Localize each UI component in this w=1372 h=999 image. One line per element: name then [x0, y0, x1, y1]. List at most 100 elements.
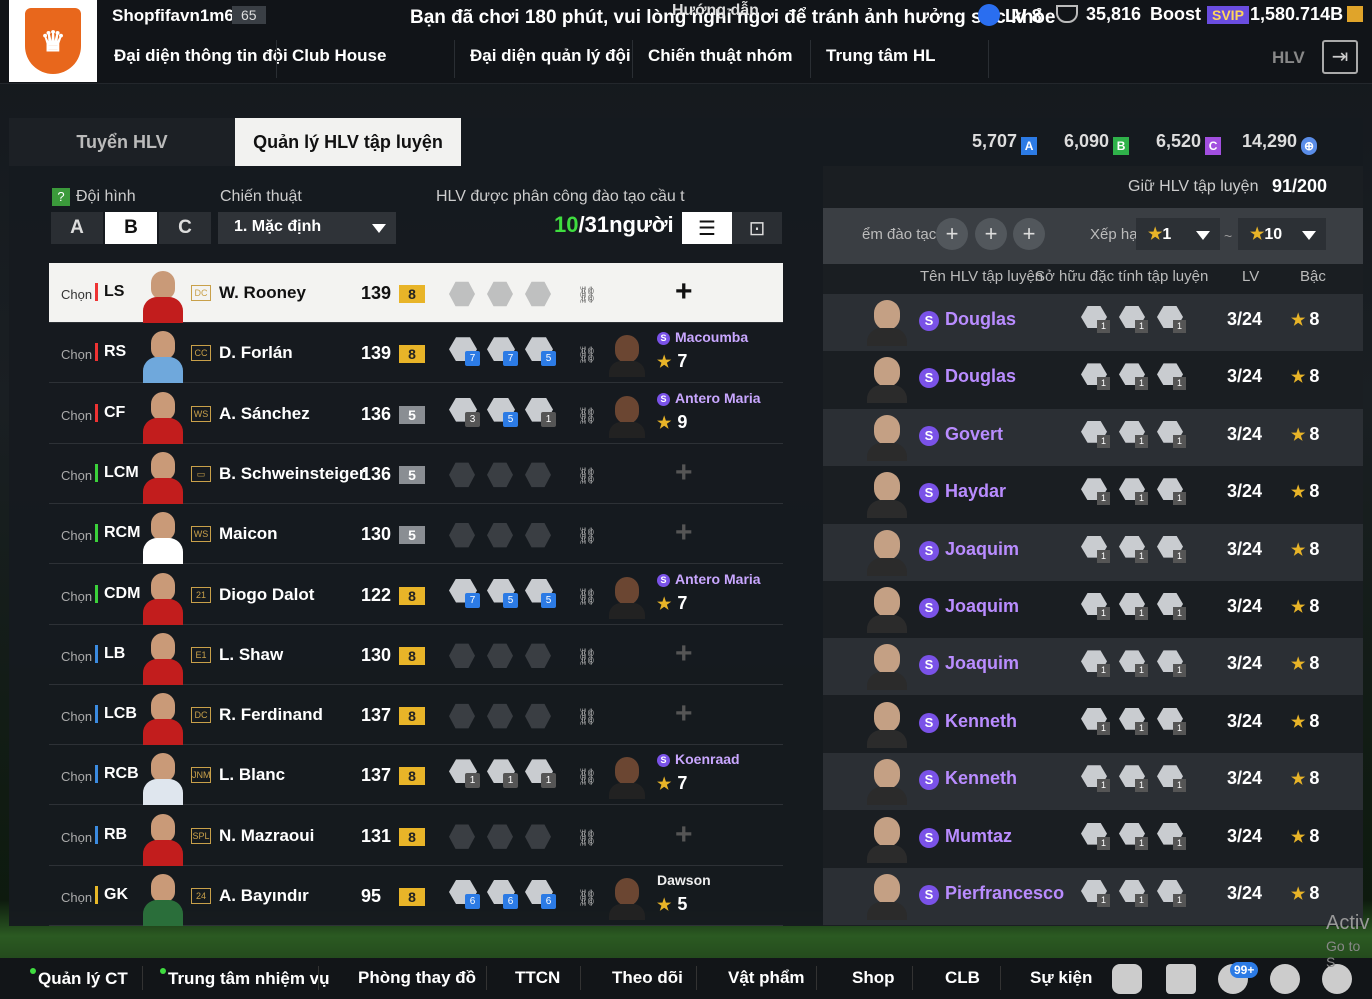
special-coach-icon: S — [919, 368, 939, 389]
empty-skill-slot — [449, 281, 475, 307]
player-row[interactable]: Chọn LCB DC R. Ferdinand 137 8 ⛓ + — [49, 685, 783, 746]
player-row[interactable]: Chọn RS CC D. Forlán 139 8 7 7 5 ⛓ S Macoumba ★ 7 — [49, 323, 783, 384]
select-button[interactable]: Chọn — [61, 649, 92, 664]
bottom-nav-item[interactable]: Phòng thay đồ — [358, 968, 476, 988]
boost-stat[interactable]: Boost SVIP — [1150, 4, 1249, 25]
coach-row[interactable]: S Govert 1 1 1 3/24 ★ 8 — [823, 408, 1363, 466]
bottom-nav-item[interactable]: Shop — [852, 968, 895, 988]
bottom-nav-item[interactable]: Trung tâm nhiệm vụ — [160, 968, 330, 989]
coach-level: 3/24 — [1227, 309, 1263, 329]
bottom-nav-item[interactable]: CLB — [945, 968, 980, 988]
team-logo[interactable]: ♛ — [9, 0, 97, 82]
skill-level: 5 — [503, 592, 518, 608]
coach-name-text: Antero Maria — [675, 570, 761, 587]
add-filter-button[interactable]: + — [1013, 218, 1045, 250]
coach-row[interactable]: S Haydar 1 1 1 3/24 ★ 8 — [823, 466, 1363, 523]
coach-row[interactable]: S Kenneth 1 1 1 3/24 ★ 8 — [823, 696, 1363, 753]
currency-1: 5,707 A — [972, 131, 1038, 155]
coach-row[interactable]: S Douglas 1 1 1 3/24 ★ 8 — [823, 351, 1363, 408]
coach-row[interactable]: S Joaquim 1 1 1 3/24 ★ 8 — [823, 581, 1363, 638]
coach-row[interactable]: S Douglas 1 1 1 3/24 ★ 8 — [823, 294, 1363, 351]
squad-button-a[interactable]: A — [51, 212, 103, 244]
rank-from-dropdown[interactable]: ★1 — [1136, 218, 1220, 250]
coach-stars: ★ 9 — [657, 412, 687, 433]
training-skill-icon: 1 — [1081, 822, 1111, 853]
bottom-nav-item[interactable]: Vật phẩm — [728, 968, 805, 988]
coach-head — [874, 414, 900, 445]
add-coach-button[interactable]: + — [675, 456, 693, 490]
coach-row[interactable]: S Joaquim 1 1 1 3/24 ★ 8 — [823, 638, 1363, 696]
coach-photo — [609, 573, 645, 619]
profile-icon[interactable] — [1270, 964, 1300, 994]
help-icon[interactable]: ? — [52, 188, 70, 206]
rank-to-dropdown[interactable]: ★10 — [1238, 218, 1326, 250]
training-skill-icon: 1 — [1119, 535, 1149, 566]
player-photo — [139, 872, 187, 926]
player-photo — [139, 450, 187, 504]
tab-recruit-coach[interactable]: Tuyển HLV — [9, 118, 235, 166]
coach-row[interactable]: S Kenneth 1 1 1 3/24 ★ 8 — [823, 753, 1363, 811]
select-button[interactable]: Chọn — [61, 709, 92, 724]
tab-manage-coach[interactable]: Quản lý HLV tập luyện — [235, 118, 461, 166]
link-icon: ⛓ — [577, 407, 598, 425]
logout-icon[interactable]: ⇥ — [1322, 40, 1358, 74]
bottom-nav-label: Trung tâm nhiệm vụ — [168, 969, 330, 988]
add-filter-button[interactable]: + — [936, 218, 968, 250]
select-button[interactable]: Chọn — [61, 468, 92, 483]
coach-row[interactable]: S Mumtaz 1 1 1 3/24 ★ 8 — [823, 811, 1363, 868]
add-coach-button[interactable]: + — [675, 637, 693, 671]
player-shirt — [143, 538, 183, 565]
select-button[interactable]: Chọn — [61, 408, 92, 423]
select-button[interactable]: Chọn — [61, 528, 92, 543]
select-button[interactable]: Chọn — [61, 347, 92, 362]
select-button[interactable]: Chọn — [61, 769, 92, 784]
nav-item[interactable]: Trung tâm HL — [826, 46, 936, 66]
squad-button-c[interactable]: C — [159, 212, 211, 244]
select-button[interactable]: Chọn — [61, 890, 92, 905]
player-row[interactable]: Chọn RCB JNM L. Blanc 137 8 1 1 1 ⛓ S Koenraad ★ 7 — [49, 745, 783, 806]
add-coach-button[interactable]: + — [675, 697, 693, 731]
bottom-nav-item[interactable]: Sự kiện — [1030, 968, 1092, 988]
coach-head — [615, 878, 639, 906]
chat-icon[interactable] — [1112, 964, 1142, 994]
squad-button-b[interactable]: B — [105, 212, 157, 244]
player-row[interactable]: Chọn LB E1 L. Shaw 130 8 ⛓ + — [49, 625, 783, 685]
player-row[interactable]: Chọn CDM 21 Diogo Dalot 122 8 7 5 5 ⛓ S Antero Mari… — [49, 565, 783, 625]
bottom-nav-item[interactable]: Theo dõi — [612, 968, 683, 988]
nav-item[interactable]: Club House — [292, 46, 386, 66]
nav-item[interactable]: Đại diện thông tin đội — [114, 46, 288, 66]
coach-head — [615, 576, 639, 605]
add-coach-button[interactable]: + — [675, 275, 693, 309]
player-row[interactable]: Chọn GK 24 A. Bayındır 95 8 6 6 6 ⛓ Dawson ★ 5 — [49, 866, 783, 926]
add-filter-button[interactable]: + — [975, 218, 1007, 250]
home-icon[interactable] — [1166, 964, 1196, 994]
select-button[interactable]: Chọn — [61, 830, 92, 845]
skill-level: 1 — [1135, 377, 1148, 391]
player-row[interactable]: Chọn RCM WS Maicon 130 5 ⛓ + — [49, 504, 783, 565]
player-row[interactable]: Chọn CF WS A. Sánchez 136 5 3 5 1 ⛓ S Antero Maria ★… — [49, 384, 783, 444]
coach-stars: ★ 5 — [657, 894, 687, 915]
nav-item[interactable]: Chiến thuật nhóm — [648, 46, 792, 66]
coach-row[interactable]: S Joaquim 1 1 1 3/24 ★ 8 — [823, 523, 1363, 581]
select-button[interactable]: Chọn — [61, 589, 92, 604]
nav-item[interactable]: Đại diện quản lý đội — [470, 46, 631, 66]
player-shirt — [143, 297, 183, 323]
training-skill-icon: 1 — [1157, 420, 1187, 451]
add-coach-button[interactable]: + — [675, 818, 693, 852]
season-badge: WS — [191, 405, 211, 422]
player-photo — [139, 812, 187, 866]
add-coach-button[interactable]: + — [675, 516, 693, 550]
player-name: Maicon — [219, 524, 278, 544]
player-row[interactable]: Chọn RB SPL N. Mazraoui 131 8 ⛓ + — [49, 806, 783, 866]
list-view-icon[interactable]: ☰ — [682, 212, 732, 244]
tactic-dropdown[interactable]: 1. Mặc định — [218, 212, 396, 244]
player-row[interactable]: Chọn LS DC W. Rooney 139 8 ⛓ + — [49, 263, 783, 323]
bottom-nav-item[interactable]: TTCN — [515, 968, 560, 988]
bottom-nav-item[interactable]: Quản lý CT — [30, 968, 128, 989]
coach-row[interactable]: S Pierfrancesco 1 1 1 3/24 ★ 8 — [823, 868, 1363, 925]
pitch-view-icon[interactable]: ⊡ — [732, 212, 782, 244]
empty-skill-slot — [525, 703, 551, 729]
select-button[interactable]: Chọn — [61, 287, 92, 302]
player-row[interactable]: Chọn LCM ▭ B. Schweinsteiger 136 5 ⛓ + — [49, 444, 783, 504]
guide-link[interactable]: Hướng dẫn — [672, 2, 759, 20]
